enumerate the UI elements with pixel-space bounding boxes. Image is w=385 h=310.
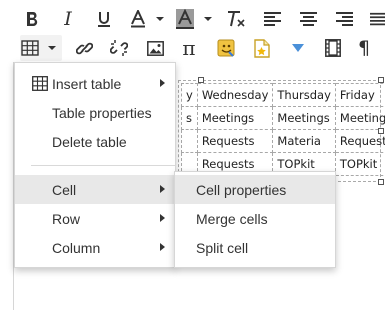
align-right-button[interactable] — [334, 6, 354, 32]
menu-item-label: Split cell — [196, 239, 249, 256]
table-cell[interactable]: Thursday — [272, 83, 336, 107]
resize-handle-top-middle[interactable] — [198, 77, 204, 83]
table-cell[interactable]: Friday — [334, 83, 385, 107]
menu-item-label: Cell — [52, 181, 77, 198]
chevron-right-icon — [160, 243, 165, 251]
chevron-right-icon — [160, 79, 165, 87]
bold-icon — [27, 12, 38, 26]
template-button[interactable] — [252, 35, 272, 61]
table-cell[interactable]: TOPkit — [334, 152, 385, 176]
menu-item-column[interactable]: Column — [15, 233, 175, 262]
table-context-menu: Insert table Table properties Delete tab… — [14, 62, 176, 268]
image-button[interactable] — [145, 35, 165, 61]
italic-button[interactable]: I — [58, 6, 78, 32]
menu-divider — [31, 165, 175, 166]
table-icon — [32, 76, 48, 91]
background-color-icon — [176, 9, 212, 29]
link-button[interactable] — [74, 35, 94, 61]
menu-item-label: Table properties — [52, 104, 152, 121]
menu-item-split-cell[interactable]: Split cell — [175, 233, 335, 262]
cell-submenu: Cell properties Merge cells Split cell — [174, 171, 336, 268]
link-icon — [75, 42, 93, 54]
toolbar-row-insert: π ¶ — [0, 31, 385, 65]
table-row: Requests Materia Requests — [181, 129, 385, 153]
background-color-button[interactable] — [176, 6, 214, 32]
table-cell[interactable]: Meetings — [272, 106, 336, 130]
table-row: s Meetings Meetings Meetings — [181, 106, 385, 130]
paragraph-direction-button[interactable]: ¶ — [358, 35, 385, 61]
resize-handle-bottom-right[interactable] — [378, 179, 384, 185]
italic-icon: I — [64, 7, 72, 30]
underline-icon — [98, 11, 110, 27]
table-cell[interactable]: Wednesday — [196, 83, 274, 107]
table-cell[interactable]: Meetings — [334, 106, 385, 130]
table-cell[interactable]: Requests — [196, 129, 274, 153]
menu-item-label: Merge cells — [196, 210, 268, 227]
special-character-button[interactable]: π — [179, 35, 199, 61]
align-left-button[interactable] — [262, 6, 282, 32]
align-center-icon — [299, 11, 317, 26]
table-cell[interactable]: s — [181, 106, 198, 130]
chevron-right-icon — [160, 185, 165, 193]
smiley-document-icon — [217, 39, 235, 57]
clear-formatting-button[interactable] — [225, 6, 247, 32]
paragraph-icon: ¶ — [358, 36, 371, 59]
table-row: y Wednesday Thursday Friday — [181, 83, 385, 107]
media-button[interactable] — [323, 35, 343, 61]
align-right-icon — [335, 11, 353, 26]
emoticon-button[interactable] — [216, 35, 236, 61]
menu-item-delete-table[interactable]: Delete table — [15, 127, 175, 156]
table-cell[interactable] — [181, 129, 198, 153]
table-icon — [21, 40, 56, 56]
blue-chevron-down-icon — [292, 44, 304, 52]
underline-button[interactable] — [94, 6, 114, 32]
schedule-table[interactable]: y Wednesday Thursday Friday s Meetings M… — [181, 83, 385, 176]
menu-item-label: Row — [52, 210, 81, 227]
selected-table[interactable]: y Wednesday Thursday Friday s Meetings M… — [178, 77, 385, 185]
unlink-button[interactable] — [109, 35, 129, 61]
menu-item-label: Delete table — [52, 133, 127, 150]
menu-item-label: Column — [52, 239, 101, 256]
align-center-button[interactable] — [298, 6, 318, 32]
insert-dropdown-button[interactable] — [288, 35, 308, 61]
align-justify-icon — [370, 12, 385, 25]
table-cell[interactable]: Meetings — [196, 106, 274, 130]
menu-item-label: Insert table — [52, 75, 122, 92]
film-icon — [325, 39, 341, 57]
table-menu-button[interactable] — [20, 35, 62, 61]
menu-item-cell[interactable]: Cell — [15, 175, 175, 204]
align-justify-button[interactable] — [370, 6, 385, 32]
pi-icon: π — [182, 36, 196, 60]
clear-formatting-icon — [228, 11, 245, 27]
menu-item-merge-cells[interactable]: Merge cells — [175, 204, 335, 233]
menu-item-table-properties[interactable]: Table properties — [15, 98, 175, 127]
text-color-button[interactable] — [130, 6, 166, 32]
table-cell[interactable]: Materia — [272, 129, 336, 153]
resize-handle-middle-right[interactable] — [378, 128, 384, 134]
menu-item-row[interactable]: Row — [15, 204, 175, 233]
document-star-icon — [254, 38, 270, 58]
menu-item-cell-properties[interactable]: Cell properties — [175, 175, 335, 204]
text-color-icon — [131, 10, 164, 28]
image-icon — [146, 40, 164, 56]
chevron-right-icon — [160, 214, 165, 222]
menu-item-label: Cell properties — [196, 181, 287, 198]
unlink-icon — [110, 40, 128, 56]
align-left-icon — [263, 11, 281, 26]
bold-button[interactable] — [22, 6, 42, 32]
resize-handle-top-right[interactable] — [378, 77, 384, 83]
table-cell[interactable]: y — [181, 83, 198, 107]
menu-item-insert-table[interactable]: Insert table — [15, 69, 175, 98]
